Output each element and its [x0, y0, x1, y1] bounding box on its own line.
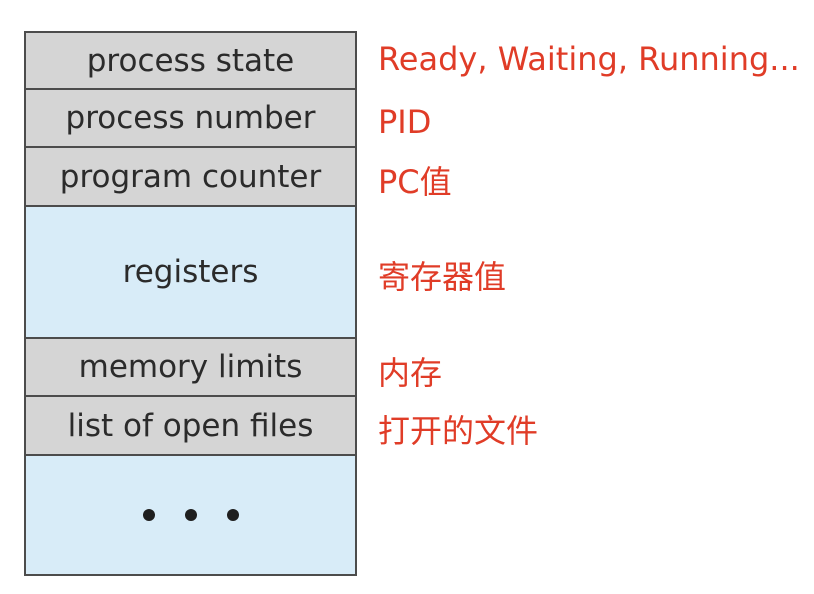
annotation-open-files: 打开的文件 — [378, 412, 539, 450]
dot-icon — [184, 509, 197, 521]
row-label: memory limits — [78, 349, 303, 385]
annotation-program-counter: PC值 — [378, 163, 452, 201]
row-process-number: process number — [26, 90, 355, 148]
row-registers: registers — [26, 207, 355, 339]
ellipsis-dots-icon — [142, 509, 239, 521]
dot-icon — [226, 509, 239, 521]
annotation-memory-limits: 内存 — [378, 354, 443, 392]
dot-icon — [142, 509, 155, 521]
row-more — [26, 456, 355, 574]
row-label: process number — [65, 100, 316, 136]
annotation-process-state: Ready, Waiting, Running... — [378, 40, 800, 78]
pcb-diagram: process state process number program cou… — [24, 31, 357, 576]
row-open-files: list of open files — [26, 397, 355, 456]
row-label: list of open files — [67, 407, 314, 444]
row-label: program counter — [59, 158, 322, 195]
annotation-registers: 寄存器值 — [378, 258, 507, 296]
row-label: registers — [122, 254, 259, 290]
row-label: process state — [86, 42, 295, 79]
annotation-process-number: PID — [378, 103, 432, 141]
row-program-counter: program counter — [26, 148, 355, 207]
row-process-state: process state — [26, 33, 355, 90]
row-memory-limits: memory limits — [26, 339, 355, 397]
